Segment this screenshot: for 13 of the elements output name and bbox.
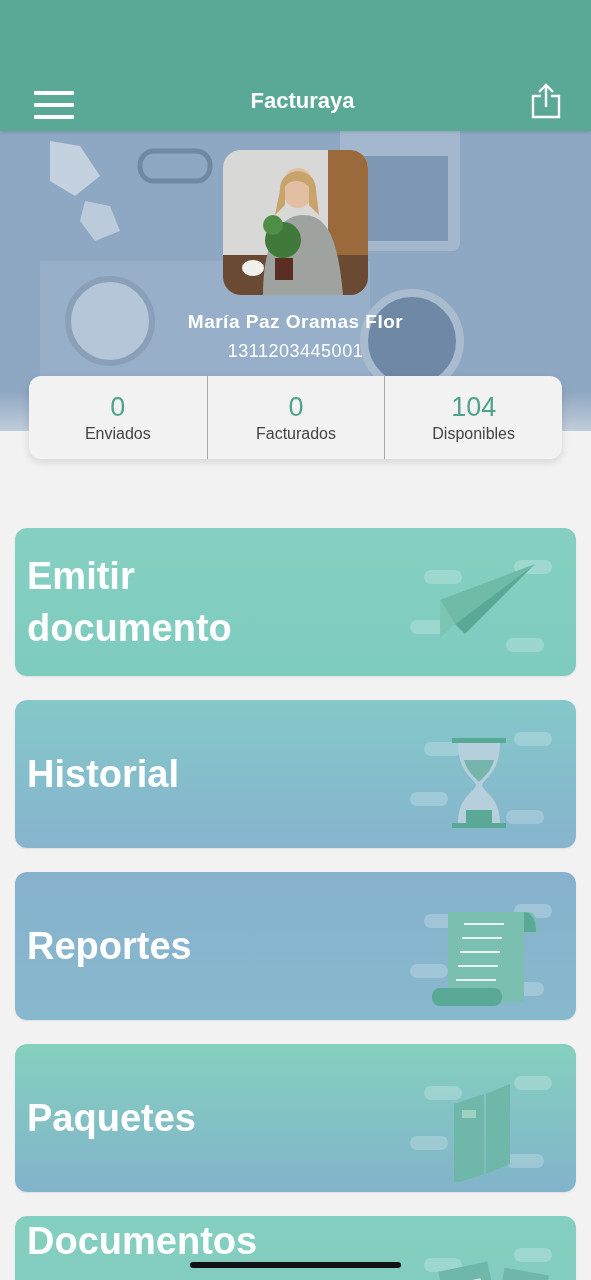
share-icon[interactable] — [531, 83, 561, 119]
menu-card-title: Historial — [27, 752, 180, 797]
menu-card[interactable]: Emitir documento — [15, 528, 576, 676]
app-title: Facturaya — [250, 87, 355, 115]
menu-card-title: Reportes — [27, 924, 192, 969]
menu-card[interactable]: Reportes — [15, 872, 576, 1020]
menu-card-title: Emitir documento — [27, 554, 233, 651]
menu-card[interactable]: Paquetes — [15, 1044, 576, 1192]
menu-card[interactable]: Documentos — [15, 1216, 576, 1280]
menu-card-title: Documentos — [27, 1222, 258, 1260]
menu-card-title: Paquetes — [27, 1096, 196, 1141]
menu-card[interactable]: Historial — [15, 700, 576, 848]
menu-icon[interactable] — [34, 91, 74, 119]
